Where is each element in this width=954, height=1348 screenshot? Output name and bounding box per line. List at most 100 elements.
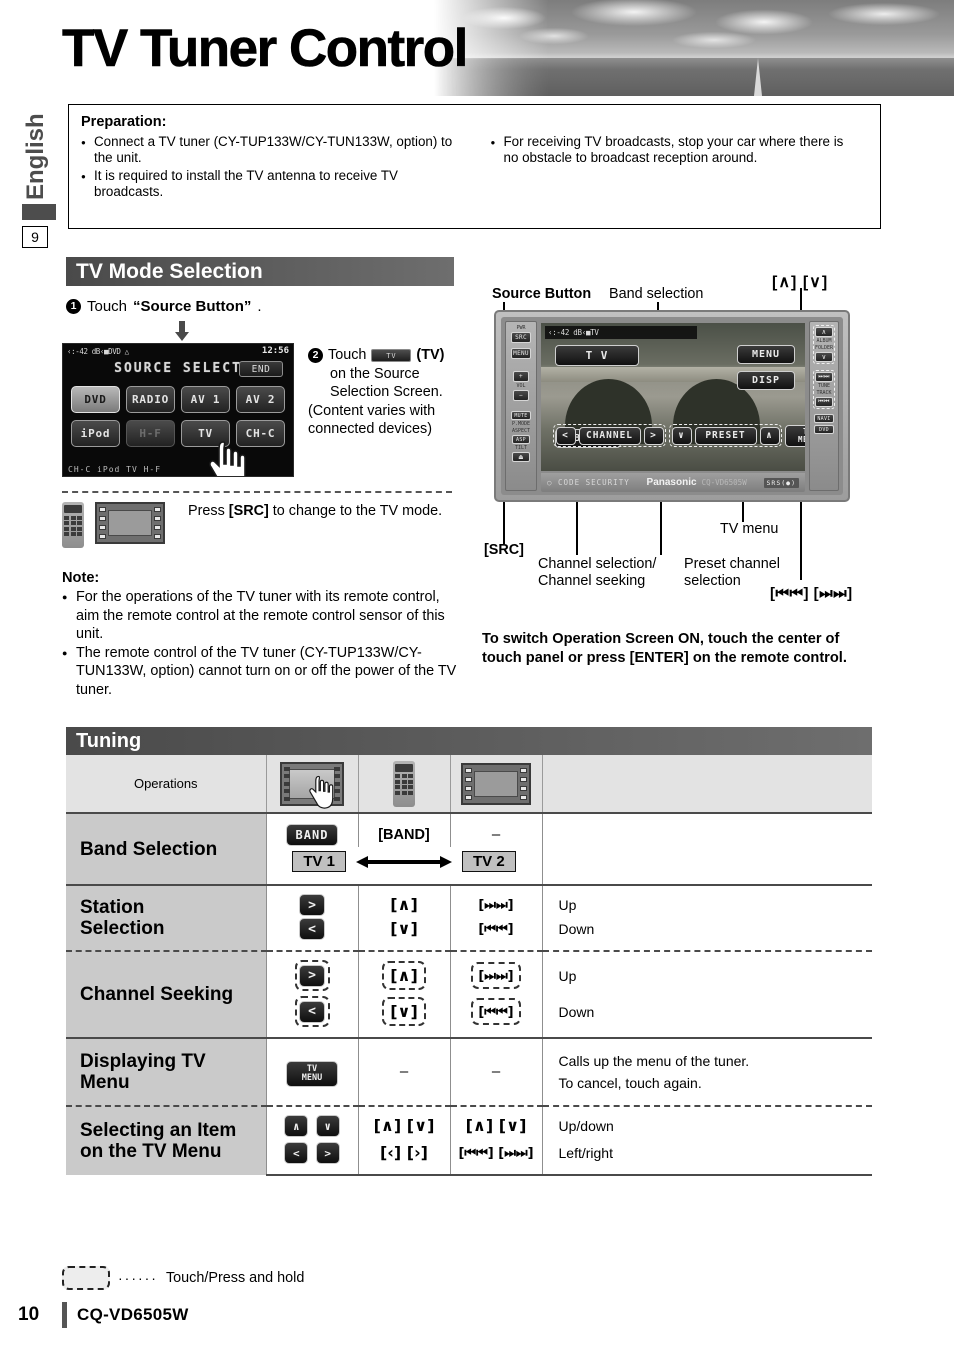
hw-key-mute[interactable]: MUTE [511,411,531,420]
cell-touch-station-down: < [265,917,358,951]
cell-remote-station-up: [∧] [357,884,450,917]
hw-label-album: ALBUM [816,338,832,344]
chapter-number: 9 [22,226,48,248]
select-up-touch-button[interactable]: ∧ [284,1115,309,1137]
cell-remote-tvmenu: – [357,1037,450,1106]
column-header-description [541,755,872,814]
end-button[interactable]: END [239,361,283,377]
step-2-line3: Selection Screen. [330,384,443,400]
hw-key-asp[interactable]: ASP [512,435,530,444]
preset-down-button[interactable]: ∨ [671,426,692,445]
preparation-box: Preparation: Connect a TV tuner (CY-TUP1… [68,104,881,229]
hardware-left-key-column: PWR SRC MENU + VOL − MUTE P.MODE ASPECT … [505,321,537,491]
section-divider [62,491,452,493]
seek-down-touch-button[interactable]: < [299,1000,325,1023]
seek-up-touch-button[interactable]: > [299,964,325,987]
leader-line-preset [660,500,662,555]
left-rail: English 9 [22,92,56,248]
cell-remote-station-down: [∨] [357,917,450,951]
page-banner: TV Tuner Control [0,0,954,96]
legend-dots: ······ [118,1270,158,1286]
hw-key-prev[interactable]: ⏮⏮ [815,397,833,407]
column-header-remote [357,755,450,814]
cell-desc-select-leftright: Left/right [541,1138,872,1176]
tv-menu-button[interactable]: MENU [737,345,795,364]
srs-badge: SRS(●) [763,477,799,488]
operation-screen-note: To switch Operation Screen ON, touch the… [482,631,847,666]
source-button-radio[interactable]: RADIO [126,386,175,413]
rail-block [22,204,56,220]
hw-key-album-up[interactable]: ∧ [815,327,833,337]
hw-key-vol-down[interactable]: − [513,390,529,401]
list-item: For receiving TV broadcasts, stop your c… [491,134,855,167]
callout-src-key: [SRC] [484,542,524,558]
tv-screen[interactable]: ‹:-42 dB‹■TV T V MENU DISP BAND T V < CH… [541,323,805,471]
source-button-dvd[interactable]: DVD [71,386,120,413]
source-button-hf[interactable]: H-F [126,420,175,447]
brand-logo: Panasonic [646,477,697,488]
cell-head-band: – [449,813,542,847]
tv-source-button[interactable]: T V [555,345,639,366]
remote-band-key: [BAND] [378,827,430,843]
hw-group-tune-track: ⏭⏭ TUNE TRACK ⏮⏮ [813,370,835,409]
channel-control-group: < CHANNEL > [553,424,666,447]
tv-menu-touch-button[interactable]: TV MENU [286,1060,338,1087]
source-button-ipod[interactable]: iPod [71,420,120,447]
model-number: CQ-VD6505W [701,478,747,487]
table-row-station-selection-up: Station Selection > [∧] [⏭⏭] Up [66,884,872,951]
hw-key-eject[interactable]: ⏏ [512,452,530,462]
row-label-channel-seeking: Channel Seeking [66,950,266,1038]
source-buttons-grid: DVD RADIO AV 1 AV 2 iPod H-F TV CH-C [71,386,285,447]
list-item: Connect a TV tuner (CY-TUP133W/CY-TUN133… [81,134,461,167]
footer-model: CQ-VD6505W [77,1305,189,1324]
hw-key-album-down[interactable]: ∨ [815,352,833,362]
select-down-touch-button[interactable]: ∨ [315,1115,340,1137]
list-item: For the operations of the TV tuner with … [62,588,462,644]
legend-swatch [62,1266,110,1290]
source-screen-status-left: ‹:-42 dB‹■DVD △ [67,346,129,356]
cell-remote-band: [BAND] [357,813,450,847]
hw-key-vol-up[interactable]: + [513,371,529,382]
cell-head-tvmenu: – [449,1037,542,1106]
hw-key-dvd[interactable]: DVD [814,425,834,434]
source-button-av1[interactable]: AV 1 [181,386,230,413]
tv-menu-screen-button[interactable]: TV MENU [785,424,805,447]
step-2: 2 Touch TV (TV) on the Source Selection … [308,346,468,439]
band-tv2: TV 2 [462,851,516,872]
channel-up-button[interactable]: > [643,426,664,445]
channel-down-button[interactable]: < [555,426,576,445]
tv-disp-button[interactable]: DISP [737,371,795,390]
hw-key-next[interactable]: ⏭⏭ [815,372,833,382]
source-select-screen[interactable]: ‹:-42 dB‹■DVD △ 12:56 SOURCE SELECT END … [62,343,294,477]
select-left-touch-button[interactable]: < [284,1142,309,1164]
cell-head-select-updown: [∧] [∨] [449,1105,542,1138]
source-button-av2[interactable]: AV 2 [236,386,285,413]
cell-desc-select-updown: Up/down [541,1105,872,1138]
station-up-touch-button[interactable]: > [299,894,325,916]
press-src-key: [SRC] [228,503,269,519]
select-right-touch-button[interactable]: > [315,1142,340,1164]
page-footer: 10 CQ-VD6505W [18,1302,189,1328]
hw-group-album-folder: ∧ ALBUM FOLDER ∨ [812,325,836,364]
cell-touch-seek-up: > [265,950,358,992]
list-item: It is required to install the TV antenna… [81,168,461,201]
step-2-text-before: Touch [328,347,367,363]
tv-menu-button-line2: MENU [797,434,805,444]
callout-channel-selection: Channel selection/ Channel seeking [538,556,657,589]
hw-key-menu[interactable]: MENU [511,348,531,359]
select-leftright-head-keys: [⏮⏮] [⏭⏭] [458,1146,534,1161]
hw-label-tilt: TILT [514,445,528,451]
step-1-text-bold: “Source Button” [133,298,252,315]
preset-up-button[interactable]: ∧ [759,426,780,445]
callout-band-selection: Band selection [609,286,704,302]
language-tab: English [22,113,49,200]
hw-key-src[interactable]: SRC [511,332,531,343]
hw-key-navi[interactable]: NAVI [814,414,834,423]
cell-remote-select-leftright: [‹] [›] [357,1138,450,1176]
table-row-select-item-updown: Selecting an Item on the TV Menu ∧ ∨ [∧]… [66,1105,872,1175]
band-button[interactable]: BAND [286,824,338,846]
cell-band-toggle: TV 1 TV 2 [265,847,542,885]
station-down-touch-button[interactable]: < [299,918,325,940]
touch-panel-icon [280,761,344,809]
cell-desc-tvmenu: Calls up the menu of the tuner. To cance… [541,1037,872,1106]
